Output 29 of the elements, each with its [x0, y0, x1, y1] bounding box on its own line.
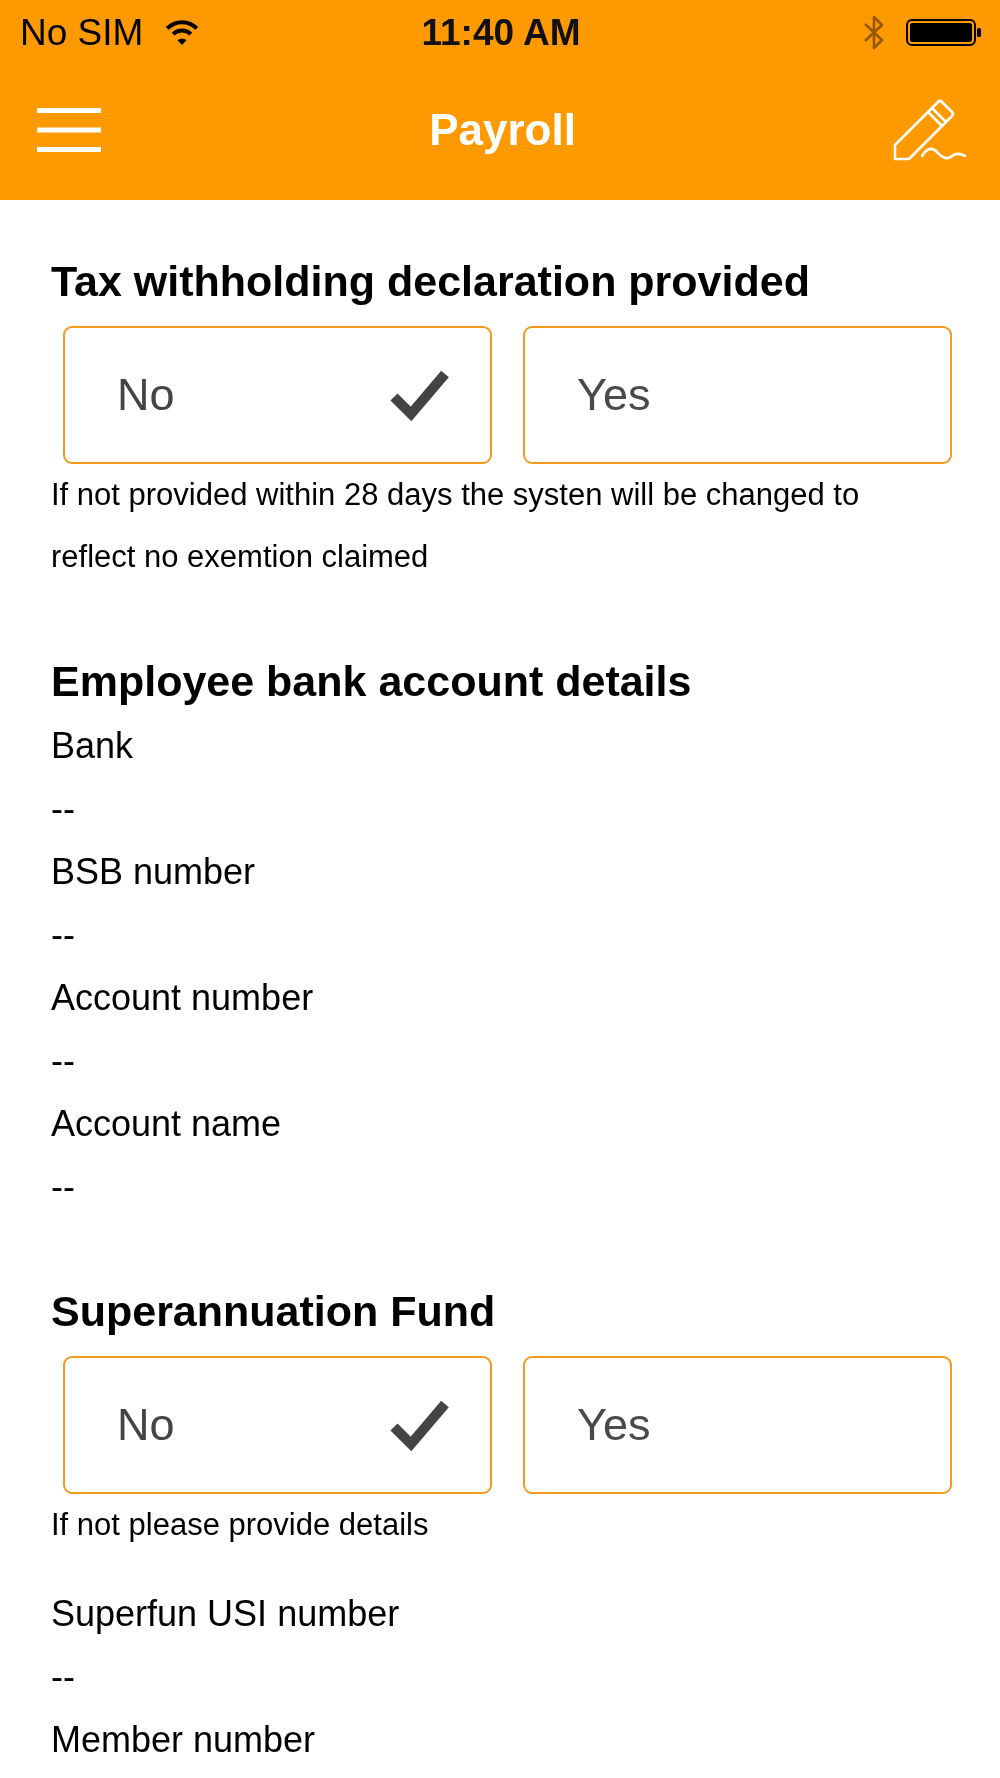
option-button[interactable]: No	[63, 326, 492, 464]
field-label: Account number	[51, 976, 315, 1020]
field-label: Account name	[51, 1102, 283, 1146]
option-button[interactable]: Yes	[523, 1356, 952, 1494]
section-heading: Tax withholding declaration provided	[51, 256, 811, 306]
field-value: --	[51, 1039, 76, 1083]
section-heading: Superannuation Fund	[51, 1286, 497, 1336]
menu-icon	[37, 108, 101, 152]
option-button[interactable]: Yes	[523, 326, 952, 464]
carrier-label: No SIM	[20, 13, 144, 51]
option-button[interactable]: No	[63, 1356, 492, 1494]
status-time: 11:40 AM	[421, 13, 581, 51]
field-label: Superfun USI number	[51, 1592, 401, 1636]
field-value: --	[51, 787, 76, 831]
menu-button[interactable]	[37, 108, 101, 152]
field-value: --	[51, 913, 76, 957]
field-label: Bank	[51, 724, 135, 768]
bluetooth-icon	[862, 13, 886, 51]
field-value: --	[51, 1655, 76, 1699]
field-label: BSB number	[51, 850, 257, 894]
helper-text: If not please provide details	[51, 1506, 430, 1544]
helper-text: If not provided within 28 days the systen will be changed to reflect no exemtion claimed	[51, 476, 861, 576]
battery-icon	[906, 18, 982, 46]
section-heading: Employee bank account details	[51, 656, 693, 706]
pencil-signature-icon	[892, 98, 968, 162]
page-title: Payroll	[429, 103, 576, 156]
field-value: --	[51, 1165, 76, 1209]
edit-button[interactable]	[892, 98, 968, 162]
field-label: Member number	[51, 1718, 317, 1762]
